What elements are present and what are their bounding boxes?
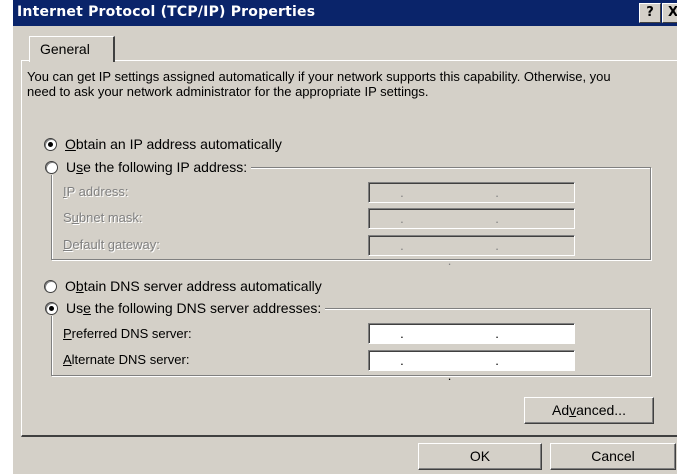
use-following-dns-label: Use the following DNS server addresses: xyxy=(66,300,322,316)
obtain-dns-auto-label: Obtain DNS server address automatically xyxy=(65,278,322,294)
use-following-ip-option[interactable]: Use the following IP address: xyxy=(43,159,252,175)
obtain-ip-auto-label: Obtain an IP address automatically xyxy=(65,136,282,152)
help-button[interactable]: ? xyxy=(639,3,661,23)
tab-general[interactable]: General xyxy=(29,36,115,62)
use-following-dns-option[interactable]: Use the following DNS server addresses: xyxy=(43,300,326,316)
use-following-dns-radio[interactable] xyxy=(45,301,58,315)
obtain-ip-auto-radio[interactable] xyxy=(44,137,57,151)
alternate-dns-input[interactable]: . . . xyxy=(368,350,575,383)
ip-address-input[interactable]: . . . xyxy=(368,182,575,215)
obtain-ip-auto-option[interactable]: Obtain an IP address automatically xyxy=(44,136,282,152)
obtain-dns-auto-radio[interactable] xyxy=(44,279,57,293)
alternate-dns-label: Alternate DNS server: xyxy=(63,352,190,367)
obtain-dns-auto-option[interactable]: Obtain DNS server address automatically xyxy=(44,278,322,294)
use-following-ip-label: Use the following IP address: xyxy=(66,159,248,175)
description-text: You can get IP settings assigned automat… xyxy=(27,69,611,99)
ip-address-label: IP address: xyxy=(63,184,129,199)
advanced-button[interactable]: Advanced... xyxy=(524,397,654,424)
window-title: Internet Protocol (TCP/IP) Properties xyxy=(17,4,316,20)
default-gateway-label: Default gateway: xyxy=(63,237,160,252)
close-button[interactable]: X xyxy=(662,3,677,23)
subnet-mask-label: Subnet mask: xyxy=(63,210,143,225)
title-bar[interactable]: Internet Protocol (TCP/IP) Properties ? … xyxy=(13,0,677,26)
preferred-dns-input[interactable]: . . . xyxy=(368,323,575,356)
dialog-window: Internet Protocol (TCP/IP) Properties ? … xyxy=(12,0,677,474)
default-gateway-input[interactable]: . . . xyxy=(368,235,575,268)
preferred-dns-label: Preferred DNS server: xyxy=(63,326,192,341)
subnet-mask-input[interactable]: . . . xyxy=(368,208,575,241)
ok-button[interactable]: OK xyxy=(418,443,542,470)
cancel-button[interactable]: Cancel xyxy=(550,443,676,470)
tab-general-label: General xyxy=(40,41,90,57)
use-following-ip-radio[interactable] xyxy=(45,160,58,174)
